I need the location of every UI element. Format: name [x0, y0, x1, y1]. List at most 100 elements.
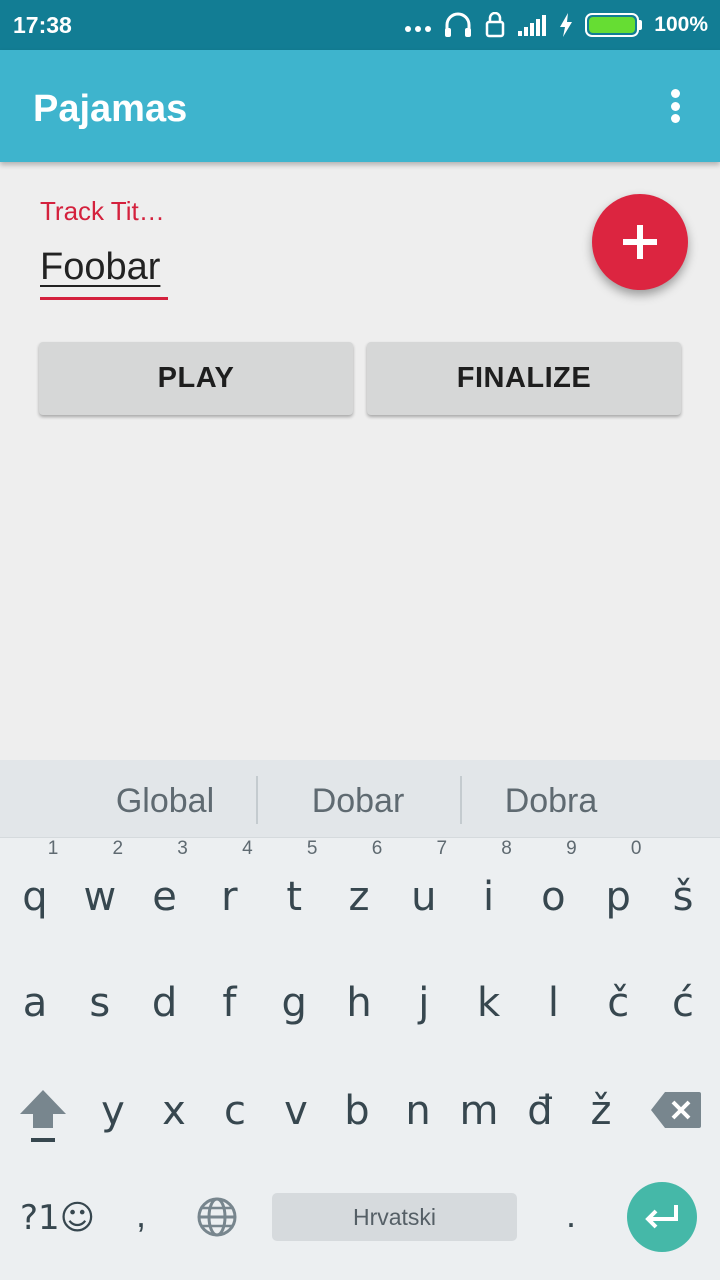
space-key-label: Hrvatski — [352, 1203, 437, 1230]
suggestion-item[interactable]: Dobra — [451, 760, 651, 838]
key-b[interactable]: b — [325, 1088, 389, 1134]
track-title-label: Track Tit… — [40, 196, 165, 226]
enter-arrow-icon — [645, 1205, 678, 1229]
key-hint: 3 — [177, 838, 188, 859]
key-š[interactable]: š — [651, 874, 715, 920]
key-c[interactable]: c — [203, 1088, 267, 1134]
key-label: k — [477, 980, 501, 1026]
app-bar: Pajamas — [0, 50, 720, 162]
key-g[interactable]: g — [262, 980, 326, 1026]
more-dots-icon — [405, 18, 432, 32]
key-z[interactable]: z6 — [327, 838, 391, 920]
key-label: n — [405, 1088, 431, 1134]
key-j[interactable]: j — [392, 980, 456, 1026]
app-title: Pajamas — [33, 88, 188, 130]
key-label: s — [89, 980, 111, 1026]
key-label: đ — [527, 1088, 553, 1134]
key-ž[interactable]: ž — [569, 1088, 633, 1134]
key-h[interactable]: h — [327, 980, 391, 1026]
key-i[interactable]: i8 — [457, 838, 521, 920]
key-label: m — [459, 1088, 499, 1134]
status-time: 17:38 — [13, 12, 72, 38]
suggestion-item[interactable]: Global — [65, 760, 265, 838]
key-label: o — [541, 874, 566, 920]
key-l[interactable]: l — [521, 980, 585, 1026]
period-key[interactable]: . — [566, 1194, 576, 1236]
key-a[interactable]: a — [3, 980, 67, 1026]
key-y[interactable]: y — [81, 1088, 145, 1134]
battery-icon — [585, 13, 643, 37]
key-r[interactable]: r4 — [197, 838, 261, 920]
key-f[interactable]: f — [197, 980, 261, 1026]
key-č[interactable]: č — [586, 980, 650, 1026]
key-label: w — [83, 874, 117, 920]
key-w[interactable]: w2 — [68, 838, 132, 920]
battery-percent: 100% — [654, 13, 708, 36]
key-s[interactable]: s — [68, 980, 132, 1026]
key-k[interactable]: k — [457, 980, 521, 1026]
key-hint: 6 — [371, 838, 383, 859]
key-label: č — [607, 980, 630, 1026]
key-label: t — [286, 874, 303, 920]
globe-icon[interactable] — [196, 1196, 238, 1238]
key-v[interactable]: v — [264, 1088, 328, 1134]
backspace-icon[interactable] — [651, 1092, 701, 1128]
enter-key[interactable] — [627, 1182, 697, 1252]
key-t[interactable]: t5 — [262, 838, 326, 920]
key-hint: 8 — [501, 838, 512, 859]
key-d[interactable]: d — [133, 980, 197, 1026]
overflow-menu-icon[interactable] — [660, 86, 690, 126]
key-m[interactable]: m — [447, 1088, 511, 1134]
key-label: e — [152, 874, 177, 920]
add-track-button[interactable] — [592, 194, 688, 290]
soft-keyboard: Global Dobar Dobra q1w2e3r4t5z6u7i8o9p0š… — [0, 760, 720, 1280]
key-hint: 9 — [566, 838, 577, 859]
status-bar: 17:38 100% — [0, 0, 720, 50]
key-n[interactable]: n — [386, 1088, 450, 1134]
symbols-key[interactable]: ?1☺ — [20, 1198, 95, 1238]
key-p[interactable]: p0 — [586, 838, 650, 920]
comma-key[interactable]: , — [136, 1194, 146, 1236]
track-title-value: Foobar — [40, 246, 161, 288]
charging-bolt-icon — [560, 13, 573, 37]
key-label: a — [22, 980, 48, 1026]
key-label: p — [605, 874, 631, 920]
signal-icon — [518, 15, 547, 36]
key-label: g — [281, 980, 307, 1026]
plus-icon — [623, 225, 657, 259]
suggestion-item[interactable]: Dobar — [258, 760, 458, 838]
key-e[interactable]: e3 — [133, 838, 197, 920]
play-button[interactable]: PLAY — [39, 342, 353, 415]
key-label: h — [346, 980, 372, 1026]
key-label: c — [224, 1088, 246, 1134]
key-ć[interactable]: ć — [651, 980, 715, 1026]
key-label: r — [221, 874, 238, 920]
key-đ[interactable]: đ — [508, 1088, 572, 1134]
key-label: f — [222, 980, 237, 1026]
suggestion-strip: Global Dobar Dobra — [0, 760, 720, 838]
key-hint: 0 — [630, 838, 642, 859]
key-hint: 2 — [112, 838, 124, 859]
track-title-input[interactable]: Foobar — [40, 244, 168, 300]
key-label: š — [672, 874, 694, 920]
key-label: j — [418, 980, 430, 1026]
lock-icon — [486, 12, 505, 38]
key-label: z — [348, 874, 370, 920]
key-hint: 4 — [242, 838, 253, 859]
finalize-button[interactable]: FINALIZE — [367, 342, 681, 415]
headphones-icon — [445, 12, 472, 37]
key-o[interactable]: o9 — [521, 838, 585, 920]
key-x[interactable]: x — [142, 1088, 206, 1134]
key-label: b — [344, 1088, 370, 1134]
key-label: v — [284, 1088, 308, 1134]
key-label: u — [411, 874, 437, 920]
key-hint: 1 — [47, 838, 59, 859]
key-label: y — [101, 1088, 125, 1134]
key-q[interactable]: q1 — [3, 838, 67, 920]
space-key[interactable]: Hrvatski — [272, 1193, 517, 1241]
key-u[interactable]: u7 — [392, 838, 456, 920]
key-label: i — [483, 874, 495, 920]
status-icons: 100% — [405, 10, 708, 40]
shift-icon[interactable] — [18, 1088, 68, 1146]
key-label: l — [547, 980, 559, 1026]
